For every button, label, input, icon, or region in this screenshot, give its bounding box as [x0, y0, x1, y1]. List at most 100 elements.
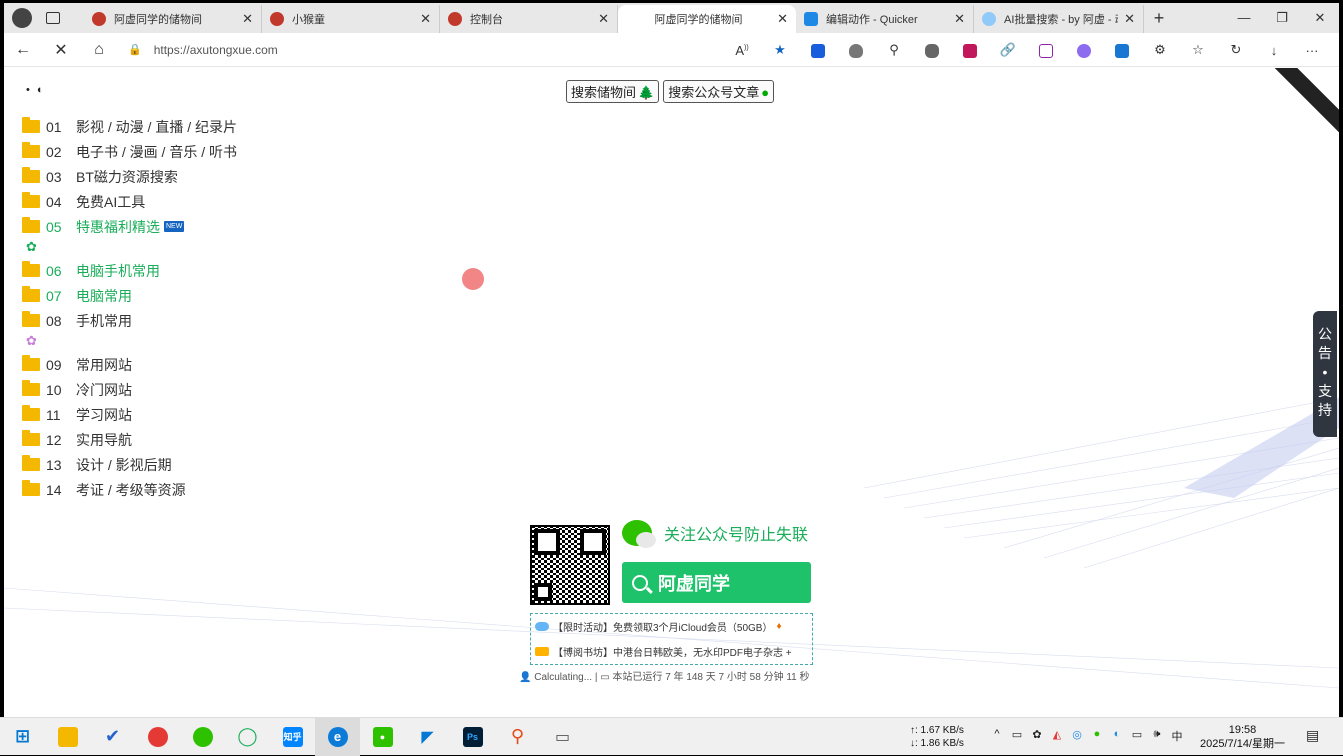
menu-num: 06: [46, 262, 62, 279]
tray-expand-icon[interactable]: ^: [990, 728, 1004, 744]
tab-label: 编辑动作 - Quicker: [826, 14, 918, 26]
bitwarden-icon[interactable]: [799, 42, 837, 58]
new-tab-button[interactable]: +: [1144, 5, 1174, 33]
shield-icon[interactable]: [913, 42, 951, 58]
tray-app-icon[interactable]: ◭: [1050, 728, 1064, 744]
taskbar-todo[interactable]: ✔: [90, 718, 135, 756]
notice-support-tab[interactable]: 公 告 • 支 持: [1313, 311, 1337, 437]
tab-4[interactable]: 编辑动作 - Quicker ✕: [796, 5, 974, 33]
volume-icon[interactable]: 🕪: [1150, 728, 1164, 744]
menu-item-12[interactable]: 12 实用导航: [22, 427, 382, 452]
stop-button[interactable]: ✕: [42, 40, 80, 60]
tab-close-icon[interactable]: ✕: [954, 11, 965, 27]
menu-num: 07: [46, 287, 62, 304]
tab-0[interactable]: 阿虚同学的储物间 ✕: [84, 5, 262, 33]
tab-actions-icon[interactable]: [46, 12, 60, 24]
read-aloud-icon[interactable]: A)): [723, 43, 761, 58]
gear-icon: ✿: [26, 333, 37, 348]
clock[interactable]: 19:58 2025/7/14/星期一: [1200, 723, 1285, 751]
tab-5[interactable]: AI批量搜索 - by 阿虚 - 动 ✕: [974, 5, 1144, 33]
clock-date: 2025/7/14/星期一: [1200, 738, 1285, 750]
tray-app-icon[interactable]: ◎: [1070, 728, 1084, 744]
taskbar-photoshop[interactable]: Ps: [450, 718, 495, 756]
menu-item-09[interactable]: 09 常用网站: [22, 352, 382, 377]
favorite-star-icon[interactable]: ★: [761, 42, 799, 58]
menu-item-14[interactable]: 14 考证 / 考级等资源: [22, 477, 382, 502]
url-field[interactable]: 🔒 https://axutongxue.com: [128, 43, 688, 57]
notice-char: 持: [1318, 402, 1332, 418]
tab-1[interactable]: 小猴童 ✕: [262, 5, 440, 33]
taskbar-vscode[interactable]: ◤: [405, 718, 450, 756]
menu-item-13[interactable]: 13 设计 / 影视后期: [22, 452, 382, 477]
search-icon[interactable]: ⚲: [875, 42, 913, 58]
lock-icon[interactable]: 🔒: [128, 43, 142, 56]
puzzle-icon[interactable]: ⚙: [1141, 42, 1179, 58]
home-button[interactable]: ⌂: [80, 41, 118, 59]
menu-item-11[interactable]: 11 学习网站: [22, 402, 382, 427]
favicon-icon: [448, 12, 462, 26]
download-icon[interactable]: ↓: [1255, 43, 1293, 58]
menu-item-04[interactable]: 04 免费AI工具: [22, 189, 382, 214]
menu-item-02[interactable]: 02 电子书 / 漫画 / 音乐 / 听书: [22, 139, 382, 164]
tab-close-icon[interactable]: ✕: [1124, 11, 1135, 27]
network-icon[interactable]: ▭: [1130, 728, 1144, 744]
taskbar-app-3[interactable]: [135, 718, 180, 756]
windows-icon: ⊞: [14, 726, 31, 746]
taskbar-screen-tool[interactable]: ▭: [540, 718, 585, 756]
wechat-search-button[interactable]: 阿虚同学: [622, 562, 811, 603]
search-articles-button[interactable]: 搜索公众号文章 ●: [663, 80, 775, 103]
tab-3-active[interactable]: 阿虚同学的储物间 ✕: [618, 5, 796, 33]
menu-item-07[interactable]: 07 电脑常用: [22, 283, 382, 308]
power-icon[interactable]: [1027, 42, 1065, 58]
favorites-icon[interactable]: ☆: [1179, 42, 1217, 58]
ublock-icon[interactable]: [837, 42, 875, 58]
back-button[interactable]: ←: [4, 41, 42, 59]
restore-button[interactable]: ❐: [1263, 3, 1301, 33]
tray-app-icon[interactable]: ◐: [1110, 728, 1124, 744]
net-up: ↑: 1.67 KB/s: [910, 725, 964, 736]
menu-label: 电脑手机常用: [76, 262, 160, 279]
tray-app-icon[interactable]: ▭: [1010, 728, 1024, 744]
taskbar-zhihu[interactable]: 知乎: [270, 718, 315, 756]
extension-purple-icon[interactable]: [1065, 42, 1103, 58]
taskbar-search-tool[interactable]: ⚲: [495, 718, 540, 756]
tray-app-icon[interactable]: ●: [1090, 728, 1104, 744]
taskbar-app-5[interactable]: ◯: [225, 718, 270, 756]
search-articles-label: 搜索公众号文章: [668, 85, 760, 100]
menu-item-08[interactable]: 08 手机常用: [22, 308, 382, 333]
menu-item-10[interactable]: 10 冷门网站: [22, 377, 382, 402]
taskbar-edge[interactable]: e: [315, 717, 360, 756]
favicon-icon: [982, 12, 996, 26]
tab-close-icon[interactable]: ✕: [598, 11, 609, 27]
taskbar-app-4[interactable]: [180, 718, 225, 756]
vscode-icon: ◤: [421, 728, 434, 746]
tray-app-icon[interactable]: ✿: [1030, 728, 1044, 744]
profile-avatar[interactable]: [12, 8, 32, 28]
menu-item-06[interactable]: 06 电脑手机常用: [22, 258, 382, 283]
notification-icon[interactable]: ▤: [1306, 727, 1319, 744]
ad-item[interactable]: 【限时活动】免费领取3个月iCloud会员（50GB） ♦: [531, 614, 812, 639]
menu-item-05[interactable]: 05 特惠福利精选 NEW: [22, 214, 382, 239]
menu-item-03[interactable]: 03 BT磁力资源搜索: [22, 164, 382, 189]
tab-2[interactable]: 控制台 ✕: [440, 5, 618, 33]
link-icon[interactable]: 🔗: [989, 42, 1027, 58]
tab-close-icon[interactable]: ✕: [242, 11, 253, 27]
menu-item-01[interactable]: 01 影视 / 动漫 / 直播 / 纪录片: [22, 114, 382, 139]
tab-close-icon[interactable]: ✕: [777, 11, 788, 27]
ime-indicator[interactable]: 中: [1170, 728, 1184, 744]
extension-blue-icon[interactable]: [1103, 42, 1141, 58]
ad-item[interactable]: 【博阅书坊】中港台日韩欧美，无水印PDF电子杂志 +: [531, 639, 812, 664]
more-icon[interactable]: ···: [1293, 43, 1331, 58]
wechat-icon: [622, 520, 656, 548]
history-icon[interactable]: ↻: [1217, 42, 1255, 58]
taskbar-wechat[interactable]: ●: [360, 718, 405, 756]
taskbar-file-explorer[interactable]: [45, 718, 90, 756]
translate-icon[interactable]: [951, 42, 989, 58]
notice-char: •: [1322, 364, 1328, 380]
minimize-button[interactable]: —: [1225, 3, 1263, 33]
tab-close-icon[interactable]: ✕: [420, 11, 431, 27]
follow-text: 关注公众号防止失联: [664, 527, 809, 544]
start-button[interactable]: ⊞: [0, 718, 45, 756]
search-storage-button[interactable]: 搜索储物间 🌲: [566, 80, 660, 103]
close-window-button[interactable]: ✕: [1301, 3, 1339, 33]
